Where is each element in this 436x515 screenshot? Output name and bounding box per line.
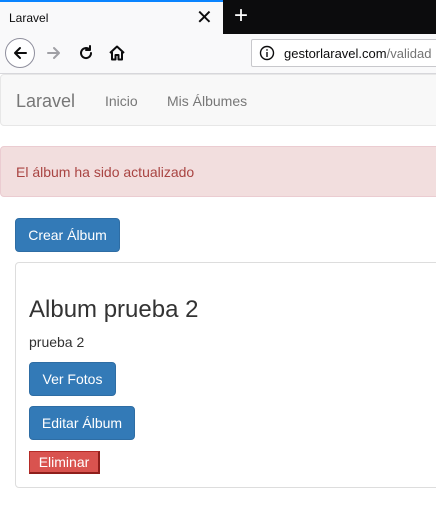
forward-arrow-icon: [47, 47, 60, 59]
site-navbar: Laravel Inicio Mis Álbumes: [0, 74, 436, 126]
url-text: gestorlaravel.com/validad: [284, 46, 431, 61]
url-path: /validad: [386, 46, 432, 61]
tab-title: Laravel: [9, 11, 49, 25]
forward-button[interactable]: [42, 41, 66, 65]
home-button[interactable]: [105, 41, 129, 65]
new-tab-icon[interactable]: +: [230, 1, 252, 31]
navbar-brand[interactable]: Laravel: [16, 91, 75, 112]
browser-tab[interactable]: Laravel ✕: [0, 0, 223, 34]
nav-link-inicio[interactable]: Inicio: [105, 93, 138, 109]
back-arrow-icon: [14, 47, 27, 59]
url-host: gestorlaravel.com: [284, 46, 387, 61]
nav-link-mis-albumes[interactable]: Mis Álbumes: [167, 93, 247, 109]
home-icon: [109, 45, 125, 61]
alert-message: El álbum ha sido actualizado: [0, 146, 436, 197]
reload-icon: [80, 45, 93, 60]
create-album-button[interactable]: Crear Álbum: [15, 218, 120, 252]
url-bar[interactable]: gestorlaravel.com/validad: [251, 39, 436, 67]
delete-button[interactable]: Eliminar: [29, 451, 100, 474]
album-title: Album prueba 2: [29, 296, 199, 323]
info-icon[interactable]: [259, 45, 275, 61]
back-button[interactable]: [5, 38, 35, 68]
view-photos-button[interactable]: Ver Fotos: [29, 362, 116, 396]
reload-button[interactable]: [74, 41, 98, 65]
edit-album-button[interactable]: Editar Álbum: [29, 406, 135, 440]
alert-text: El álbum ha sido actualizado: [16, 164, 195, 180]
browser-tab-strip: Laravel ✕ +: [0, 0, 436, 34]
browser-toolbar: gestorlaravel.com/validad: [0, 34, 436, 74]
album-description: prueba 2: [29, 334, 85, 350]
close-icon[interactable]: ✕: [196, 4, 213, 32]
